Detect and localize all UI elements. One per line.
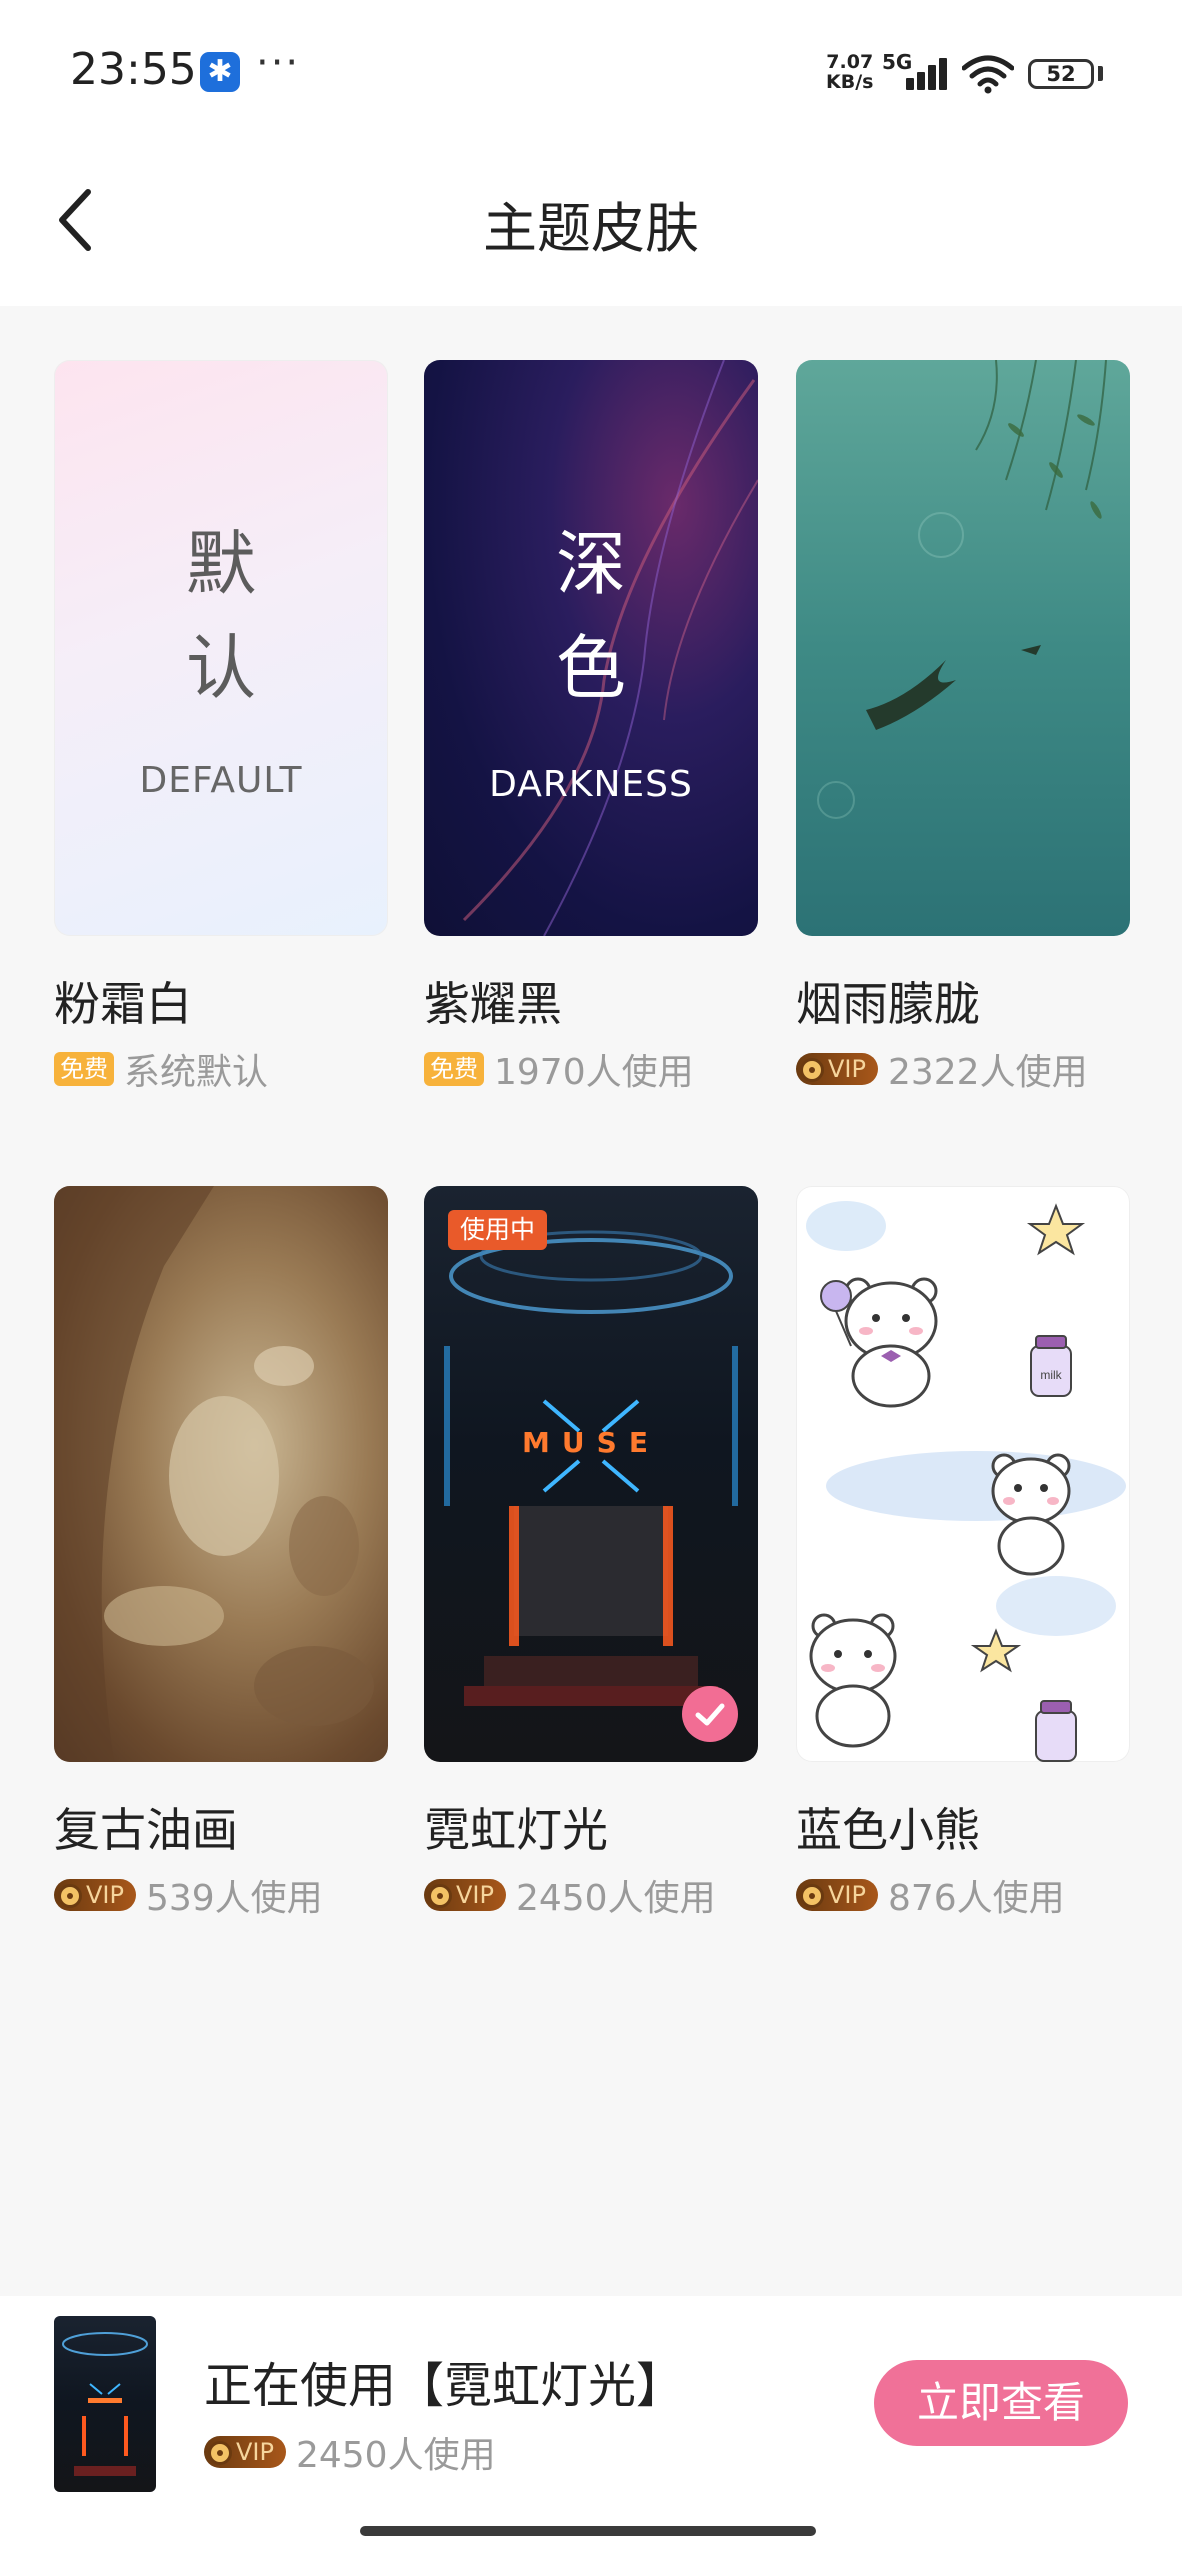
- theme-name: 霓虹灯光: [424, 1803, 608, 1857]
- theme-meta: 免费 1970人使用: [424, 1043, 694, 1093]
- theme-name: 烟雨朦胧: [796, 977, 980, 1031]
- current-theme-bar: 正在使用【霓虹灯光】 VIP 2450人使用 立即查看: [0, 2296, 1182, 2560]
- current-theme-meta: VIP 2450人使用: [204, 2426, 496, 2478]
- usage-count: 876人使用: [887, 1878, 1065, 1919]
- free-badge: 免费: [54, 1052, 114, 1086]
- thumbnail-text-en: DEFAULT: [139, 760, 303, 801]
- theme-meta: VIP 2322人使用: [796, 1043, 1088, 1093]
- theme-meta: VIP 876人使用: [796, 1869, 1065, 1919]
- theme-thumbnail[interactable]: [796, 360, 1130, 936]
- theme-thumbnail[interactable]: 深 色 DARKNESS: [424, 360, 758, 936]
- neon-sign-text: MUSE: [522, 1426, 660, 1459]
- theme-name: 粉霜白: [54, 977, 192, 1031]
- page-title: 主题皮肤: [483, 197, 699, 260]
- vip-coin-icon: [800, 1884, 824, 1908]
- vip-coin-icon: [800, 1058, 824, 1082]
- battery-icon: 52: [1028, 59, 1094, 89]
- theme-thumbnail[interactable]: [54, 1186, 388, 1762]
- current-theme-label: 正在使用【霓虹灯光】: [204, 2358, 685, 2414]
- vip-badge: VIP: [54, 1879, 136, 1911]
- theme-meta: VIP 2450人使用: [424, 1869, 716, 1919]
- vip-badge: VIP: [424, 1879, 506, 1911]
- vip-coin-icon: [58, 1884, 82, 1908]
- vip-badge: VIP: [796, 1879, 878, 1911]
- usage-count: 2322人使用: [887, 1052, 1088, 1093]
- wifi-icon: [962, 55, 1014, 94]
- network-speed-unit: KB/s: [826, 71, 874, 93]
- usage-count: 系统默认: [124, 1052, 269, 1093]
- selected-check-icon: [682, 1686, 738, 1742]
- bear-illustration: milk: [806, 1201, 1126, 1762]
- free-badge: 免费: [424, 1052, 484, 1086]
- theme-thumbnail[interactable]: milk: [796, 1186, 1130, 1762]
- network-speed-value: 7.07: [826, 51, 874, 73]
- theme-name: 蓝色小熊: [796, 1803, 980, 1857]
- network-speed: 7.07 KB/s: [826, 52, 873, 92]
- star-app-icon: ✱: [200, 52, 240, 92]
- thumbnail-text-en: DARKNESS: [489, 764, 693, 805]
- thumbnail-text-2: 认: [186, 627, 256, 709]
- milk-label: milk: [1040, 1368, 1062, 1382]
- vip-coin-icon: [208, 2441, 232, 2465]
- thumbnail-text-1: 默: [186, 523, 256, 605]
- theme-meta: VIP 539人使用: [54, 1869, 323, 1919]
- view-now-button[interactable]: 立即查看: [874, 2360, 1128, 2446]
- usage-count: 539人使用: [145, 1878, 323, 1919]
- signal-icon: [906, 56, 960, 90]
- neon-illustration: [444, 1230, 738, 1706]
- home-indicator[interactable]: [360, 2526, 816, 2536]
- top-nav: 主题皮肤: [0, 150, 1182, 306]
- vip-coin-icon: [428, 1884, 452, 1908]
- thumbnail-text-1: 深: [556, 523, 626, 605]
- vip-badge: VIP: [204, 2436, 286, 2468]
- status-time: 23:55: [70, 44, 197, 95]
- more-notifications-icon: ···: [256, 40, 301, 86]
- neon-mini-illustration: [62, 2332, 148, 2476]
- theme-thumbnail[interactable]: 默 认 DEFAULT: [54, 360, 388, 936]
- usage-count: 2450人使用: [295, 2435, 496, 2476]
- status-bar: 23:55 ✱ ··· 7.07 KB/s 5G 52: [0, 0, 1182, 150]
- theme-name: 复古油画: [54, 1803, 238, 1857]
- painting-illustration: [54, 1186, 374, 1762]
- vip-badge: VIP: [796, 1053, 878, 1085]
- theme-thumbnail[interactable]: MUSE 使用中: [424, 1186, 758, 1762]
- swallow-illustration: [817, 360, 1107, 819]
- usage-count: 2450人使用: [515, 1878, 716, 1919]
- current-theme-thumbnail[interactable]: [54, 2316, 156, 2492]
- usage-count: 1970人使用: [494, 1052, 694, 1093]
- in-use-tag: 使用中: [448, 1210, 548, 1250]
- theme-meta: 免费 系统默认: [54, 1043, 268, 1093]
- battery-tip: [1098, 66, 1103, 81]
- theme-name: 紫耀黑: [424, 977, 562, 1031]
- thumbnail-text-2: 色: [556, 627, 626, 709]
